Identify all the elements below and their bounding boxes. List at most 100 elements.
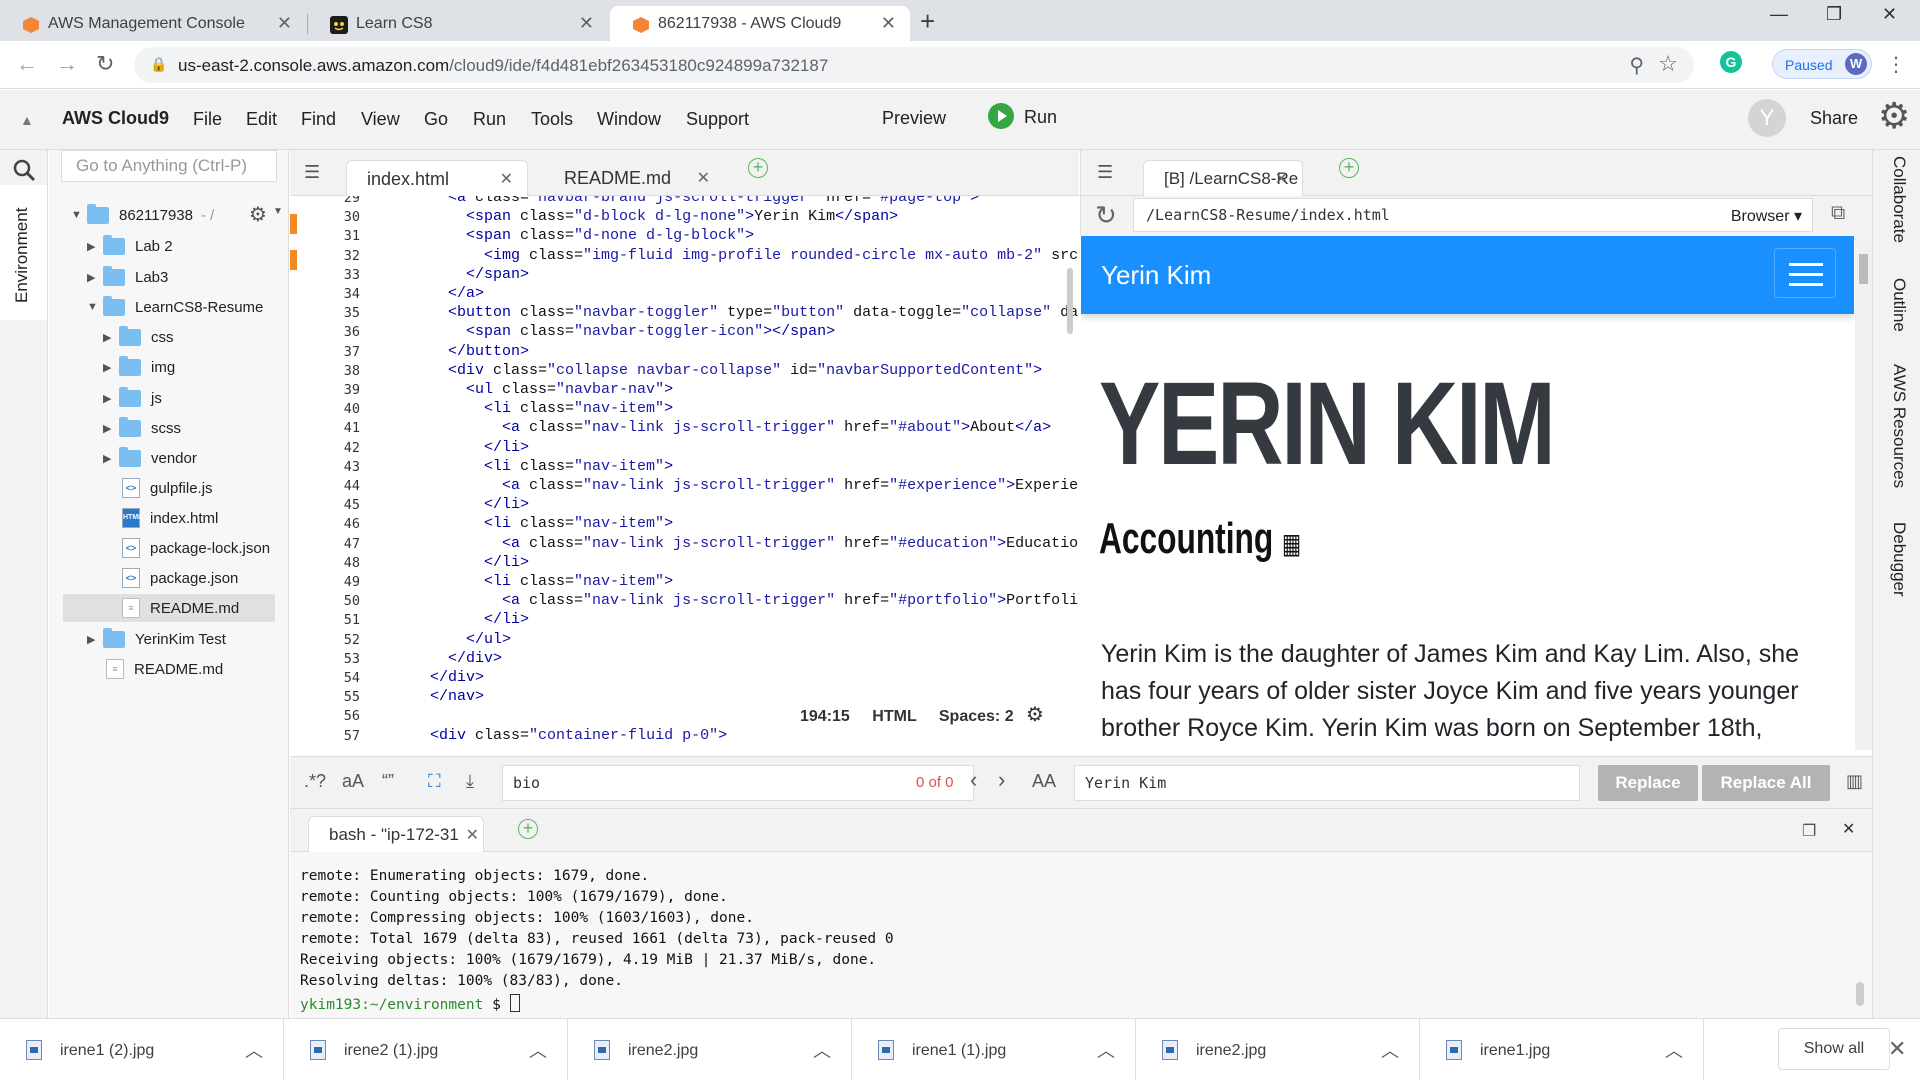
code-line[interactable]: </span> [412,266,529,283]
outline-tab[interactable]: Outline [1889,278,1909,332]
code-line[interactable]: <li class="nav-item"> [412,515,673,532]
tree-item-scss[interactable]: ▶ scss [103,415,181,441]
new-terminal-plus-icon[interactable]: + [518,819,538,839]
minimize-button[interactable]: — [1770,4,1788,25]
menu-go[interactable]: Go [424,109,448,130]
window-close-button[interactable]: ✕ [1882,4,1897,25]
chevron-up-icon[interactable]: ︿ [813,1037,831,1063]
collapsed-arrow-icon[interactable]: ▶ [103,361,119,374]
cloud9-brand[interactable]: AWS Cloud9 [62,108,169,129]
maximize-button[interactable]: ❐ [1826,4,1842,25]
case-sensitive-toggle[interactable]: aA [342,771,364,792]
menu-window[interactable]: Window [597,109,661,130]
expanded-arrow-icon[interactable]: ▼ [71,209,87,221]
download-item[interactable]: irene1 (1).jpg ︿ [852,1019,1136,1080]
preview-button[interactable]: Preview [882,108,946,129]
download-item[interactable]: irene2.jpg ︿ [1136,1019,1420,1080]
restore-panel-icon[interactable]: ❐ [1802,821,1816,841]
tab-browser-preview[interactable]: [B] /LearnCS8-Re ✕ [1143,160,1303,196]
zoom-icon[interactable]: ⚲ [1629,53,1644,78]
download-item[interactable]: irene1 (2).jpg ︿ [0,1019,284,1080]
code-line[interactable]: <a class="nav-link js-scroll-trigger" hr… [412,419,1051,436]
code-line[interactable]: </li> [412,611,529,628]
menu-find[interactable]: Find [301,109,336,130]
search-selection-icon[interactable]: ⛶ [428,771,441,792]
code-line[interactable]: <ul class="navbar-nav"> [412,381,673,398]
code-line[interactable]: </div> [412,669,484,686]
close-icon[interactable]: ✕ [697,168,710,188]
close-panel-icon[interactable]: ✕ [1842,819,1855,839]
new-tab-plus-icon[interactable]: + [1339,158,1359,178]
code-editor[interactable]: 29 30 31 32 33 34 35 36 37 38 39 40 41 42 43 44 45 46 47 48… [290,196,1079,756]
close-downloads-icon[interactable]: ✕ [1888,1036,1906,1062]
omnibox[interactable]: 🔒 us-east-2.console.aws.amazon.com/cloud… [134,47,1694,83]
close-find-icon[interactable]: ▥ [1846,771,1863,792]
user-avatar[interactable]: Y [1748,99,1786,137]
tree-item-css[interactable]: ▶ css [103,324,174,350]
hamburger-menu-icon[interactable] [1774,248,1836,298]
run-button[interactable]: Run [1024,107,1057,128]
show-all-downloads-button[interactable]: Show all [1778,1028,1890,1070]
code-line[interactable]: </ul> [412,631,511,648]
tree-root[interactable]: ▼ 862117938 - / ⚙ ▼ [71,202,283,228]
close-icon[interactable]: ✕ [500,169,513,189]
environment-tab[interactable]: Environment [0,185,48,320]
tree-item-package-json[interactable]: <> package.json [119,565,238,591]
refresh-icon[interactable]: ↻ [1095,200,1117,231]
collapsed-arrow-icon[interactable]: ▶ [103,392,119,405]
grammarly-extension-icon[interactable]: G [1720,51,1742,73]
chevron-down-icon[interactable]: ▼ [273,206,283,217]
tree-item-gulpfile[interactable]: <> gulpfile.js [119,475,213,501]
code-line[interactable]: <a class="navbar-brand js-scroll-trigger… [412,196,979,206]
collapsed-arrow-icon[interactable]: ▶ [103,331,119,344]
chrome-menu-icon[interactable]: ⋮ [1886,52,1906,77]
preview-url-input[interactable]: /LearnCS8-Resume/index.html Browser ▾ [1133,198,1813,232]
run-play-icon[interactable] [988,103,1014,129]
indent-setting[interactable]: Spaces: 2 [939,708,1014,725]
reload-icon[interactable]: ↻ [96,51,114,77]
tab-readme[interactable]: README.md ✕ [544,160,724,196]
menu-view[interactable]: View [361,109,400,130]
menu-support[interactable]: Support [686,109,749,130]
preserve-case-toggle[interactable]: AA [1032,771,1056,792]
previous-match-icon[interactable]: ‹ [970,767,977,793]
tab-cloud9[interactable]: 862117938 - AWS Cloud9 ✕ [610,6,910,41]
code-line[interactable]: </button> [412,343,529,360]
find-input[interactable]: bio [502,765,974,801]
tab-learn-cs8[interactable]: Learn CS8 ✕ [308,6,608,41]
download-item[interactable]: irene1.jpg ︿ [1420,1019,1704,1080]
collaborate-tab[interactable]: Collaborate [1889,156,1909,243]
code-line[interactable]: <img class="img-fluid img-profile rounde… [412,247,1079,264]
back-arrow-icon[interactable]: ← [16,51,38,77]
wrap-around-icon[interactable]: ⤓ [466,771,474,792]
tree-item-lab2[interactable]: ▶ Lab 2 [87,233,173,259]
chevron-up-icon[interactable]: ︿ [1097,1037,1115,1063]
tab-index-html[interactable]: index.html ✕ [346,160,528,196]
code-line[interactable]: </li> [412,439,529,456]
close-icon[interactable]: ✕ [277,13,292,34]
tab-bash[interactable]: bash - "ip-172-31 ✕ [308,816,484,853]
aws-resources-tab[interactable]: AWS Resources [1889,364,1909,488]
expanded-arrow-icon[interactable]: ▼ [87,301,103,313]
pop-out-icon[interactable]: ⧉ [1831,202,1845,225]
cursor-position[interactable]: 194:15 [800,708,850,725]
next-match-icon[interactable]: › [998,767,1005,793]
code-line[interactable]: <div class="container-fluid p-0"> [412,727,727,744]
gear-icon[interactable]: ⚙ [249,202,267,227]
tree-item-readme-selected[interactable]: ≡ README.md [63,594,275,622]
tree-item-js[interactable]: ▶ js [103,385,162,411]
close-icon[interactable]: ✕ [1275,169,1288,189]
terminal[interactable]: remote: Enumerating objects: 1679, done.… [290,852,1872,1018]
profile-paused-button[interactable]: Paused W [1772,49,1872,79]
chevron-up-icon[interactable]: ︿ [245,1037,263,1063]
new-tab-plus-icon[interactable]: + [748,158,768,178]
forward-arrow-icon[interactable]: → [56,51,78,77]
close-icon[interactable]: ✕ [579,13,594,34]
code-line[interactable]: <div class="collapse navbar-collapse" id… [412,362,1042,379]
preview-scrollbar[interactable] [1855,236,1872,750]
editor-scrollbar[interactable] [1067,268,1073,334]
gear-icon[interactable]: ⚙ [1026,704,1044,726]
code-line[interactable]: </li> [412,496,529,513]
code-line[interactable]: <a class="nav-link js-scroll-trigger" hr… [412,592,1079,609]
replace-button[interactable]: Replace [1598,765,1698,801]
